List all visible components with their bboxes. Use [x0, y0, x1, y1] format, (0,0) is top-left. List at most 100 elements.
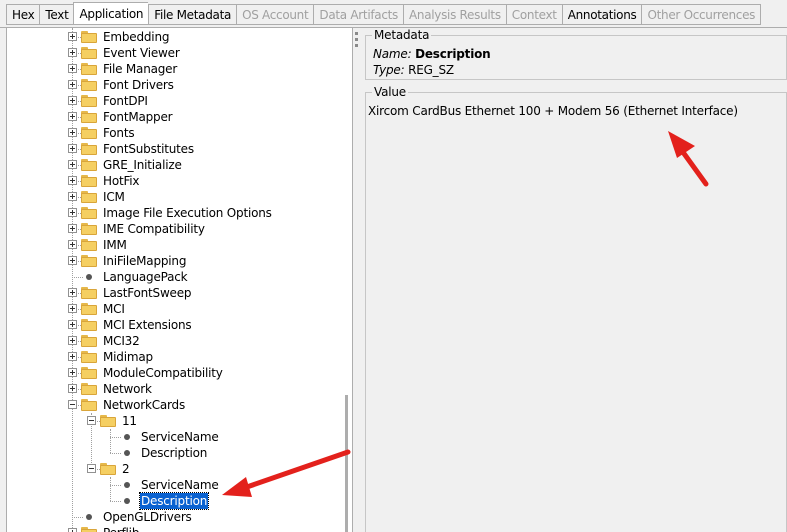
detail-panel: Metadata Name: Description Type: REG_SZ …: [360, 28, 787, 532]
expand-plus-icon[interactable]: [68, 208, 77, 217]
expand-plus-icon[interactable]: [68, 96, 77, 105]
folder-icon: [81, 319, 97, 331]
value-text[interactable]: Xircom CardBus Ethernet 100 + Modem 56 (…: [368, 103, 738, 119]
tree-node-network[interactable]: Network: [7, 381, 347, 397]
expand-plus-icon[interactable]: [68, 128, 77, 137]
expand-plus-icon[interactable]: [68, 112, 77, 121]
tree-node-imm[interactable]: IMM: [7, 237, 347, 253]
tree-node-label: Description: [141, 446, 208, 460]
tree-connector: [72, 277, 83, 278]
tab-list: Hex Text Application File Metadata OS Accoun…: [6, 2, 762, 26]
tree-scrollbar-thumb[interactable]: [345, 395, 348, 532]
tree-node-fontmapper[interactable]: FontMapper: [7, 109, 347, 125]
tree-node-label: ServiceName: [141, 430, 219, 444]
tree-node-label: File Manager: [103, 62, 178, 76]
folder-icon: [81, 351, 97, 363]
splitter-grip: [355, 38, 358, 41]
expand-plus-icon[interactable]: [68, 192, 77, 201]
tree-node-mci-extensions[interactable]: MCI Extensions: [7, 317, 347, 333]
tab-application[interactable]: Application: [73, 2, 149, 25]
tree-node-label: ICM: [103, 190, 125, 204]
expand-plus-icon[interactable]: [68, 240, 77, 249]
folder-icon: [81, 175, 97, 187]
tree-node-description[interactable]: Description: [7, 445, 347, 461]
tree-node-label: ServiceName: [141, 478, 219, 492]
tree-node-event-viewer[interactable]: Event Viewer: [7, 45, 347, 61]
tree-node-label: Embedding: [103, 30, 170, 44]
tree-node-servicename[interactable]: ServiceName: [7, 477, 347, 493]
tree-connector: [110, 453, 121, 454]
expand-plus-icon[interactable]: [68, 160, 77, 169]
tree-node-mci32[interactable]: MCI32: [7, 333, 347, 349]
tree-node-fontdpi[interactable]: FontDPI: [7, 93, 347, 109]
tree-node-embedding[interactable]: Embedding: [7, 29, 347, 45]
tab-text[interactable]: Text: [39, 4, 74, 25]
tree-node-icm[interactable]: ICM: [7, 189, 347, 205]
expand-plus-icon[interactable]: [68, 336, 77, 345]
tree-node-label: Network: [103, 382, 152, 396]
tree-connector: [110, 437, 121, 438]
expand-plus-icon[interactable]: [68, 384, 77, 393]
panel-splitter[interactable]: [352, 28, 360, 532]
registry-value-icon: [124, 450, 130, 456]
tree-node-file-manager[interactable]: File Manager: [7, 61, 347, 77]
tree-node-label: Midimap: [103, 350, 153, 364]
tree-node-ime-compatibility[interactable]: IME Compatibility: [7, 221, 347, 237]
folder-icon: [81, 47, 97, 59]
folder-icon: [81, 383, 97, 395]
tab-file-metadata[interactable]: File Metadata: [148, 4, 237, 25]
expand-plus-icon[interactable]: [68, 80, 77, 89]
folder-icon: [81, 239, 97, 251]
tree-node-modulecompatibility[interactable]: ModuleCompatibility: [7, 365, 347, 381]
tree-node-label: MCI: [103, 302, 125, 316]
tree-node-font-drivers[interactable]: Font Drivers: [7, 77, 347, 93]
tree-node-perflib[interactable]: Perflib: [7, 525, 347, 532]
tree-node-midimap[interactable]: Midimap: [7, 349, 347, 365]
metadata-name-row: Name: Description: [373, 46, 491, 62]
tree-node-opengldrivers[interactable]: OpenGLDrivers: [7, 509, 347, 525]
tree-node-inifilemapping[interactable]: IniFileMapping: [7, 253, 347, 269]
expand-plus-icon[interactable]: [68, 144, 77, 153]
expand-plus-icon[interactable]: [68, 32, 77, 41]
collapse-minus-icon[interactable]: [87, 464, 96, 473]
tab-hex[interactable]: Hex: [6, 4, 40, 25]
tree-node-fontsubstitutes[interactable]: FontSubstitutes: [7, 141, 347, 157]
expand-plus-icon[interactable]: [68, 288, 77, 297]
expand-plus-icon[interactable]: [68, 224, 77, 233]
collapse-minus-icon[interactable]: [87, 416, 96, 425]
expand-plus-icon[interactable]: [68, 528, 77, 532]
tab-annotations[interactable]: Annotations: [561, 4, 642, 25]
tree-node-2[interactable]: 2: [7, 461, 347, 477]
registry-tree[interactable]: Embedding Event Viewer File Manager Font Dr…: [6, 28, 352, 532]
expand-plus-icon[interactable]: [68, 320, 77, 329]
expand-plus-icon[interactable]: [68, 368, 77, 377]
expand-plus-icon[interactable]: [68, 256, 77, 265]
expand-plus-icon[interactable]: [68, 48, 77, 57]
tree-scrollbar[interactable]: [338, 28, 352, 532]
tree-node-networkcards[interactable]: NetworkCards: [7, 397, 347, 413]
tree-node-image-file-execution-options[interactable]: Image File Execution Options: [7, 205, 347, 221]
tree-node-fonts[interactable]: Fonts: [7, 125, 347, 141]
tree-node-servicename[interactable]: ServiceName: [7, 429, 347, 445]
tree-connector: [110, 501, 121, 502]
expand-plus-icon[interactable]: [68, 304, 77, 313]
tree-node-mci[interactable]: MCI: [7, 301, 347, 317]
expand-plus-icon[interactable]: [68, 64, 77, 73]
metadata-type-key: Type:: [373, 63, 405, 77]
collapse-minus-icon[interactable]: [68, 400, 77, 409]
expand-plus-icon[interactable]: [68, 352, 77, 361]
tree-node-label: Image File Execution Options: [103, 206, 272, 220]
folder-icon: [81, 287, 97, 299]
tab-bar: Hex Text Application File Metadata OS Accoun…: [0, 0, 787, 28]
tree-node-languagepack[interactable]: LanguagePack: [7, 269, 347, 285]
folder-icon: [81, 127, 97, 139]
tree-node-11[interactable]: 11: [7, 413, 347, 429]
folder-icon: [81, 95, 97, 107]
tree-node-lastfontsweep[interactable]: LastFontSweep: [7, 285, 347, 301]
tree-node-description[interactable]: Description: [7, 492, 347, 510]
expand-plus-icon[interactable]: [68, 176, 77, 185]
tree-node-label: OpenGLDrivers: [103, 510, 192, 524]
tree-node-hotfix[interactable]: HotFix: [7, 173, 347, 189]
registry-value-icon: [124, 482, 130, 488]
tree-node-gre-initialize[interactable]: GRE_Initialize: [7, 157, 347, 173]
